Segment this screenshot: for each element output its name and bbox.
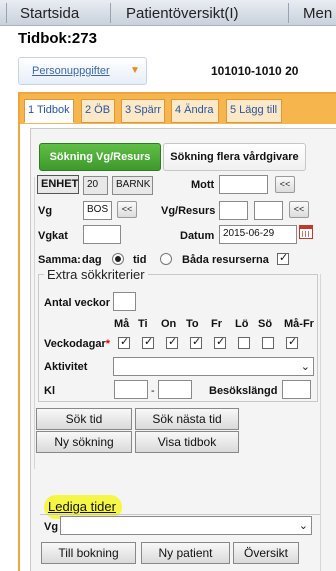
vg-picker-button[interactable]: << <box>117 201 137 218</box>
vg-resurs-input-1[interactable] <box>219 201 248 220</box>
day-label-lo: Lö <box>235 318 249 330</box>
personuppgifter-label: Personuppgifter <box>32 65 110 77</box>
day-checkbox-to[interactable] <box>190 335 202 349</box>
calendar-icon[interactable] <box>299 225 313 239</box>
tid-label: tid <box>133 254 147 266</box>
personuppgifter-dropdown[interactable]: Personuppgifter ▼ <box>18 57 147 85</box>
day-label-to: To <box>186 318 199 330</box>
tab-label: 1 Tidbok <box>28 104 70 116</box>
vg-resurs-input-2[interactable] <box>254 201 283 220</box>
bada-resurserna-checkbox[interactable] <box>277 251 289 265</box>
datum-label: Datum <box>180 230 215 242</box>
vg-resurs-label: Vg/Resurs <box>161 205 216 217</box>
day-label-on: On <box>161 318 177 330</box>
tab-lagg-till[interactable]: 5 Lägg till <box>226 99 282 123</box>
dag-label: dag <box>82 254 102 266</box>
tab-label: 5 Lägg till <box>230 104 278 116</box>
samma-dag-radio[interactable] <box>112 253 124 265</box>
besokslangd-label: Besökslängd <box>209 385 278 397</box>
vgkat-input[interactable] <box>83 225 121 244</box>
menu-separator <box>6 3 7 23</box>
tab-andra[interactable]: 4 Ändra <box>171 99 219 123</box>
visa-tidbok-button[interactable]: Visa tidbok <box>135 431 239 453</box>
day-checkbox-ma-fr[interactable] <box>286 335 298 349</box>
enhet-number: 20 <box>83 176 108 195</box>
day-label-so: Sö <box>258 318 273 330</box>
day-label-ma: Må <box>114 318 130 330</box>
aktivitet-select[interactable]: ⌄ <box>113 357 314 376</box>
samma-tid-radio[interactable] <box>160 253 172 265</box>
veckodagar-label: Veckodagar* <box>44 338 111 350</box>
day-checkbox-ti[interactable] <box>142 335 154 349</box>
tab-sokning-vg-resurs[interactable]: Sökning Vg/Resurs <box>39 143 161 171</box>
enhet-label: ENHET <box>37 175 79 194</box>
oversikt-button[interactable]: Översikt <box>233 542 299 564</box>
mott-input[interactable] <box>219 175 268 194</box>
lediga-vg-label: Vg <box>44 521 59 533</box>
kl-label: Kl <box>44 385 55 397</box>
day-checkbox-fr[interactable] <box>214 335 226 349</box>
tab-ob[interactable]: 2 ÖB <box>81 99 115 123</box>
antal-veckor-input[interactable] <box>113 292 136 311</box>
menu-startsida[interactable]: Startsida <box>20 5 79 22</box>
tab-label: 2 ÖB <box>85 104 111 116</box>
lediga-vg-select[interactable]: ⌄ <box>60 516 312 535</box>
divider <box>320 274 321 571</box>
chevron-down-icon: ▼ <box>130 65 140 76</box>
menu-separator <box>288 3 289 23</box>
sok-nasta-tid-button[interactable]: Sök nästa tid <box>135 408 239 430</box>
kl-separator: - <box>151 385 155 397</box>
menu-separator <box>110 3 111 23</box>
aktivitet-label: Aktivitet <box>44 361 88 373</box>
required-marker: * <box>105 338 111 350</box>
samma-label: Samma: <box>38 254 81 266</box>
day-checkbox-on[interactable] <box>166 335 178 349</box>
tab-label: 4 Ändra <box>175 104 214 116</box>
vg-input[interactable]: BOS <box>83 201 112 220</box>
bada-resurserna-label: Båda resurserna <box>182 254 269 266</box>
ny-patient-button[interactable]: Ny patient <box>141 542 230 564</box>
sok-tid-button[interactable]: Sök tid <box>36 408 132 430</box>
top-menu-bar: Startsida Patientöversikt(I) Men <box>0 0 336 26</box>
menu-more[interactable]: Men <box>303 5 332 22</box>
extra-criteria-legend: Extra sökkriterier <box>44 267 148 282</box>
vg-label: Vg <box>38 205 53 217</box>
mott-label: Mott <box>191 179 215 191</box>
day-checkbox-ma[interactable] <box>118 335 130 349</box>
enhet-name: BARNK <box>112 176 153 195</box>
chevron-down-icon: ⌄ <box>300 360 310 373</box>
day-label-ma-fr: Må-Fr <box>284 318 314 330</box>
chevron-down-icon: ⌄ <box>298 519 308 532</box>
day-checkbox-so[interactable] <box>262 337 274 349</box>
day-label-ti: Ti <box>138 318 148 330</box>
page-title: Tidbok:273 <box>18 30 97 47</box>
till-bokning-button[interactable]: Till bokning <box>41 542 136 564</box>
day-label-fr: Fr <box>211 318 222 330</box>
patient-id: 101010-1010 20 <box>211 64 299 78</box>
divider <box>40 514 320 515</box>
lediga-tider-title: Lediga tider <box>48 499 116 514</box>
tab-sparr[interactable]: 3 Spärr <box>121 99 165 123</box>
vgkat-label: Vgkat <box>38 230 68 242</box>
kl-from-input[interactable] <box>114 380 148 399</box>
tab-tidbok[interactable]: 1 Tidbok <box>24 99 74 123</box>
tab-label: 3 Spärr <box>125 104 162 116</box>
kl-to-input[interactable] <box>158 380 192 399</box>
day-checkbox-lo[interactable] <box>238 337 250 349</box>
besokslangd-input[interactable] <box>282 380 311 399</box>
ny-sokning-button[interactable]: Ny sökning <box>36 431 132 453</box>
antal-veckor-label: Antal veckor <box>44 297 111 309</box>
tab-sokning-flera-vardgivare[interactable]: Sökning flera vårdgivare <box>163 143 306 171</box>
mott-picker-button[interactable]: << <box>275 176 295 193</box>
vg-resurs-picker-button[interactable]: << <box>289 201 309 218</box>
datum-input[interactable]: 2015-06-29 <box>219 225 297 244</box>
menu-patientoversikt[interactable]: Patientöversikt(I) <box>126 5 239 22</box>
